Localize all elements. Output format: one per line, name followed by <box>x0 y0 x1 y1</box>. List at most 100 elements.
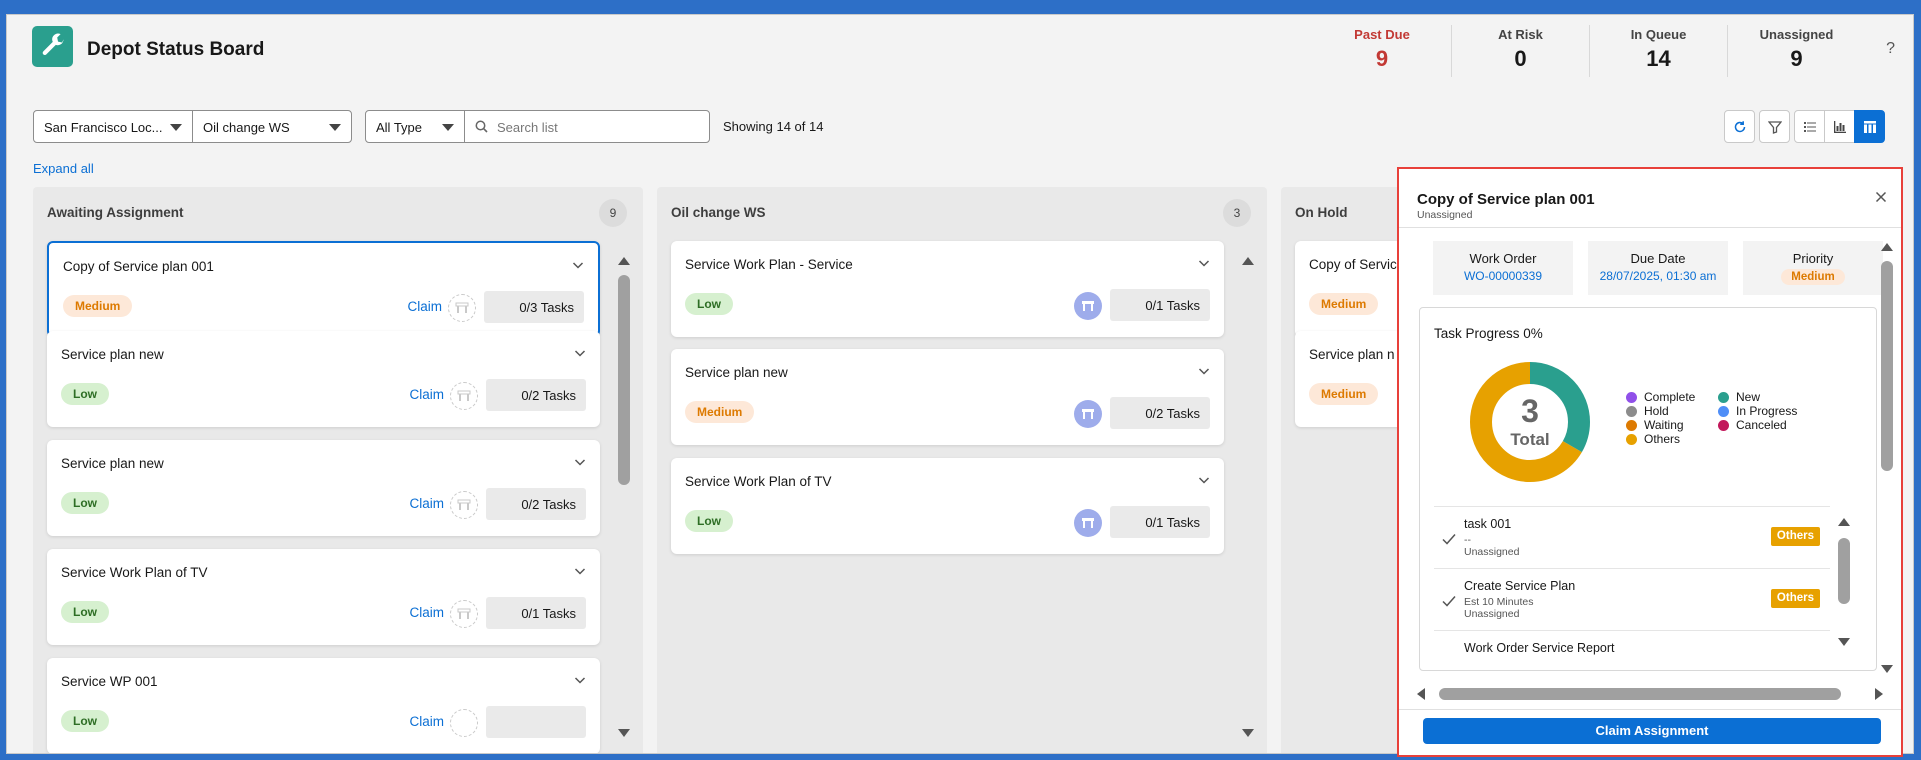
task-row[interactable]: Work Order Service Report <box>1434 630 1830 670</box>
legend-dot <box>1718 405 1729 417</box>
chevron-down-icon[interactable] <box>574 565 586 577</box>
scroll-thumb[interactable] <box>1439 688 1841 700</box>
legend-item-new: New <box>1718 390 1810 404</box>
scroll-down-icon[interactable] <box>1838 638 1850 646</box>
scroll-thumb[interactable] <box>1881 261 1893 471</box>
chart-view-button[interactable] <box>1824 110 1855 143</box>
kpi-unassigned[interactable]: Unassigned 9 <box>1727 25 1865 77</box>
legend-label: Complete <box>1644 390 1696 404</box>
scroll-thumb[interactable] <box>1838 538 1850 604</box>
scroll-up-icon[interactable] <box>1881 243 1893 251</box>
work-plan-card[interactable]: Service WP 001 Low Claim <box>47 658 600 753</box>
detail-title: Copy of Service plan 001 <box>1417 191 1595 208</box>
chevron-down-icon[interactable] <box>574 674 586 686</box>
claim-link[interactable]: Claim <box>409 714 444 729</box>
card-title: Copy of Service plan 001 <box>63 259 214 274</box>
chevron-down-icon[interactable] <box>574 347 586 359</box>
view-toggle-group <box>1794 110 1885 143</box>
card-title: Copy of Servic <box>1309 257 1397 272</box>
work-plan-card[interactable]: Copy of Service plan 001 Medium Claim 0/… <box>47 241 600 337</box>
work-plan-card[interactable]: Service Work Plan of TV Low Claim 0/1 Ta… <box>47 549 600 645</box>
kpi-at-risk[interactable]: At Risk 0 <box>1451 25 1589 77</box>
column-scrollbar[interactable] <box>617 257 631 737</box>
task-row[interactable]: Create Service Plan Est 10 Minutes Unass… <box>1434 568 1830 630</box>
legend-item-hold: Hold <box>1626 404 1718 418</box>
legend-dot <box>1718 419 1729 431</box>
work-plan-card[interactable]: Service Work Plan - Service Low 0/1 Task… <box>671 241 1224 337</box>
kpi-value: 14 <box>1646 46 1671 71</box>
list-view-button[interactable] <box>1794 110 1825 143</box>
work-plan-card[interactable]: Service plan new Low Claim 0/2 Tasks <box>47 331 600 427</box>
work-plan-card[interactable]: Service plan new Medium 0/2 Tasks <box>671 349 1224 445</box>
claim-link[interactable]: Claim <box>409 496 444 511</box>
task-row[interactable]: task 001 -- Unassigned Others <box>1434 506 1830 568</box>
detail-subtitle: Unassigned <box>1417 209 1473 221</box>
result-count: Showing 14 of 14 <box>723 119 824 134</box>
task-list-scrollbar[interactable] <box>1836 518 1852 646</box>
due-date-box: Due Date 28/07/2025, 01:30 am <box>1588 241 1728 295</box>
scroll-thumb[interactable] <box>618 275 630 485</box>
chevron-down-icon[interactable] <box>1198 365 1210 377</box>
scroll-up-icon[interactable] <box>1242 257 1254 265</box>
panel-horizontal-scrollbar[interactable] <box>1413 687 1893 701</box>
location-select[interactable]: San Francisco Loc... <box>33 110 193 143</box>
task-name: Work Order Service Report <box>1464 641 1615 655</box>
scroll-down-icon[interactable] <box>1881 665 1893 673</box>
column-title: Awaiting Assignment <box>47 205 184 220</box>
task-count: 0/1 Tasks <box>1110 289 1210 321</box>
claim-link[interactable]: Claim <box>409 605 444 620</box>
claim-link[interactable]: Claim <box>407 299 442 314</box>
caret-down-icon <box>329 124 341 131</box>
work-order-link[interactable]: WO-00000339 <box>1433 269 1573 283</box>
task-count: 0/2 Tasks <box>486 379 586 411</box>
priority-badge: Low <box>61 710 109 732</box>
filter-button[interactable] <box>1759 110 1790 143</box>
kpi-value: 9 <box>1790 46 1803 71</box>
chevron-down-icon[interactable] <box>1198 257 1210 269</box>
refresh-button[interactable] <box>1724 110 1755 143</box>
scroll-right-icon[interactable] <box>1875 688 1883 700</box>
workstation-select[interactable]: Oil change WS <box>192 110 352 143</box>
chevron-down-icon[interactable] <box>574 456 586 468</box>
refresh-icon <box>1734 120 1745 132</box>
search-input[interactable]: Search list <box>464 110 710 143</box>
legend-dot <box>1718 391 1729 403</box>
board-view-button[interactable] <box>1854 110 1885 143</box>
caret-down-icon <box>442 124 454 131</box>
card-title: Service plan new <box>61 347 164 362</box>
claim-assignment-button[interactable]: Claim Assignment <box>1423 718 1881 744</box>
checkmark-icon[interactable] <box>1442 595 1456 607</box>
work-plan-card[interactable]: Service Work Plan of TV Low 0/1 Tasks <box>671 458 1224 554</box>
chart-view-icon <box>1833 120 1846 133</box>
scroll-down-icon[interactable] <box>1242 729 1254 737</box>
help-icon[interactable]: ? <box>1886 40 1895 58</box>
scroll-down-icon[interactable] <box>618 729 630 737</box>
task-progress-card: Task Progress 0% 3 Total Complete New Ho… <box>1419 307 1877 671</box>
legend-label: Others <box>1644 432 1681 446</box>
card-title: Service Work Plan - Service <box>685 257 853 272</box>
kpi-past-due[interactable]: Past Due 9 <box>1313 25 1451 77</box>
legend-item-complete: Complete <box>1626 390 1718 404</box>
kpi-in-queue[interactable]: In Queue 14 <box>1589 25 1727 77</box>
expand-all-link[interactable]: Expand all <box>33 161 94 176</box>
panel-scrollbar[interactable] <box>1879 243 1895 673</box>
task-count: 0/1 Tasks <box>1110 506 1210 538</box>
priority-badge: Low <box>61 492 109 514</box>
close-icon[interactable] <box>1875 191 1887 203</box>
work-plan-card[interactable]: Service plan new Low Claim 0/2 Tasks <box>47 440 600 536</box>
task-assignee: Unassigned <box>1464 546 1520 558</box>
chevron-down-icon[interactable] <box>1198 474 1210 486</box>
task-count: 0/2 Tasks <box>1110 397 1210 429</box>
scroll-up-icon[interactable] <box>618 257 630 265</box>
priority-badge: Low <box>61 601 109 623</box>
column-scrollbar[interactable] <box>1241 257 1255 737</box>
checkmark-icon[interactable] <box>1442 533 1456 545</box>
scroll-up-icon[interactable] <box>1838 518 1850 526</box>
type-select[interactable]: All Type <box>365 110 465 143</box>
scroll-left-icon[interactable] <box>1417 688 1425 700</box>
chevron-down-icon[interactable] <box>572 259 584 271</box>
work-plan-detail-panel: Copy of Service plan 001 Unassigned Work… <box>1397 167 1903 757</box>
claim-link[interactable]: Claim <box>409 387 444 402</box>
task-name: Create Service Plan <box>1464 579 1576 593</box>
unassigned-avatar-icon <box>450 382 478 410</box>
